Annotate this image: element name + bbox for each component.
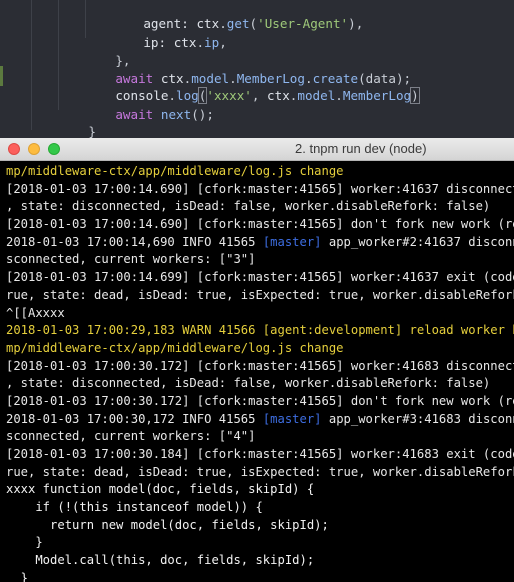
terminal-line: 2018-01-03 17:00:30,172 INFO 41565 [mast… <box>0 411 514 429</box>
terminal-text: [2018-01-03 17:00:14.690] [cfork:master:… <box>6 181 514 196</box>
terminal-line: [2018-01-03 17:00:30.172] [cfork:master:… <box>0 358 514 376</box>
code-line[interactable]: } <box>58 102 96 138</box>
terminal-text: Model.call(this, doc, fields, skipId); <box>6 553 315 568</box>
terminal-line: [2018-01-03 17:00:14.699] [cfork:master:… <box>0 269 514 287</box>
indent-guide <box>58 0 59 110</box>
code-token: ( <box>249 16 258 31</box>
code-token: next <box>160 107 192 122</box>
terminal-window[interactable]: 2. tnpm run dev (node) mp/middleware-ctx… <box>0 138 514 582</box>
terminal-line: Model.call(this, doc, fields, skipId); <box>0 552 514 570</box>
terminal-text: ^[[Axxxx <box>6 305 65 320</box>
terminal-line: mp/middleware-ctx/app/middleware/log.js … <box>0 340 514 358</box>
code-token: ip: <box>143 35 167 50</box>
terminal-line: } <box>0 570 514 582</box>
code-token: get <box>226 16 250 31</box>
close-window-button[interactable] <box>8 143 20 155</box>
indent-guide <box>31 0 32 130</box>
code-line[interactable]: await next(); <box>85 85 214 122</box>
terminal-text: 2018-01-03 17:00:14,690 INFO 41565 <box>6 234 263 249</box>
maximize-window-button[interactable] <box>48 143 60 155</box>
terminal-titlebar[interactable]: 2. tnpm run dev (node) <box>0 138 514 161</box>
terminal-title: 2. tnpm run dev (node) <box>295 141 427 156</box>
terminal-line: mp/middleware-ctx/app/middleware/log.js … <box>0 163 514 181</box>
terminal-text: mp/middleware-ctx/app/middleware/log.js … <box>6 340 344 355</box>
terminal-text: [2018-01-03 17:00:30.172] [cfork:master:… <box>6 358 514 373</box>
terminal-line: sconnected, current workers: ["3"] <box>0 251 514 269</box>
terminal-line: rue, state: dead, isDead: true, isExpect… <box>0 287 514 305</box>
terminal-line: rue, state: dead, isDead: true, isExpect… <box>0 464 514 482</box>
terminal-line: [2018-01-03 17:00:30.172] [cfork:master:… <box>0 393 514 411</box>
terminal-text: 2018-01-03 17:00:29,183 WARN 41566 [agen… <box>6 323 514 338</box>
code-token: await <box>115 107 154 122</box>
terminal-master-tag: [master] <box>262 411 322 426</box>
terminal-master-tag: [master] <box>262 234 322 249</box>
code-line[interactable]: agent: ctx.get('User-Agent'), <box>113 0 363 31</box>
terminal-text: xxxx function model(doc, fields, skipId)… <box>6 482 315 497</box>
terminal-line: return new model(doc, fields, skipId); <box>0 517 514 535</box>
terminal-line: [2018-01-03 17:00:30.184] [cfork:master:… <box>0 446 514 464</box>
code-token: ), <box>348 16 364 31</box>
terminal-text: return new model(doc, fields, skipId); <box>6 517 329 532</box>
terminal-line: , state: disconnected, isDead: false, wo… <box>0 375 514 393</box>
terminal-line: ^[[Axxxx <box>0 305 514 323</box>
terminal-line: [2018-01-03 17:00:14.690] [cfork:master:… <box>0 216 514 234</box>
terminal-text: app_worker#3:41683 disconnect <box>328 411 514 426</box>
terminal-text: [2018-01-03 17:00:30.184] [cfork:master:… <box>6 447 514 461</box>
code-token: . <box>196 35 205 50</box>
terminal-text: 2018-01-03 17:00:30,172 INFO 41565 <box>6 411 263 426</box>
code-line[interactable]: console.log('xxxx', ctx.model.MemberLog) <box>85 66 420 104</box>
terminal-text: mp/middleware-ctx/app/middleware/log.js … <box>6 164 344 178</box>
code-token: ip <box>204 35 220 50</box>
terminal-line: , state: disconnected, isDead: false, wo… <box>0 198 514 216</box>
terminal-text: } <box>6 570 29 582</box>
terminal-line: [2018-01-03 17:00:14.690] [cfork:master:… <box>0 181 514 199</box>
terminal-line: } <box>0 534 514 552</box>
code-token: MemberLog <box>342 88 412 103</box>
terminal-line: 2018-01-03 17:00:14,690 INFO 41565 [mast… <box>0 234 514 252</box>
terminal-text: } <box>6 535 43 550</box>
code-token: . <box>335 88 343 103</box>
code-token: , <box>251 88 268 103</box>
terminal-output[interactable]: mp/middleware-ctx/app/middleware/log.js … <box>0 163 514 582</box>
terminal-text: , state: disconnected, isDead: false, wo… <box>6 199 491 214</box>
terminal-text: [2018-01-03 17:00:14.699] [cfork:master:… <box>6 270 514 285</box>
code-line[interactable]: ip: ctx.ip, <box>113 13 226 50</box>
modified-line-marker <box>0 66 3 86</box>
code-token: (); <box>191 107 214 122</box>
terminal-text: rue, state: dead, isDead: true, isExpect… <box>6 287 514 302</box>
code-line[interactable]: } <box>28 120 66 138</box>
code-token: 'User-Agent' <box>257 16 349 31</box>
code-token: , <box>219 35 227 50</box>
terminal-text: , state: disconnected, isDead: false, wo… <box>6 376 491 391</box>
terminal-text: [2018-01-03 17:00:14.690] [cfork:master:… <box>6 217 514 232</box>
terminal-text: rue, state: dead, isDead: true, isExpect… <box>6 464 514 479</box>
terminal-line: xxxx function model(doc, fields, skipId)… <box>0 481 514 499</box>
code-token: } <box>88 124 96 138</box>
bracket-match-highlight: ) <box>410 87 420 104</box>
terminal-text: if (!(this instanceof model)) { <box>6 500 263 515</box>
terminal-line: 2018-01-03 17:00:29,183 WARN 41566 [agen… <box>0 322 514 340</box>
terminal-line: if (!(this instanceof model)) { <box>0 499 514 517</box>
code-token: ctx <box>267 88 290 103</box>
terminal-text: sconnected, current workers: ["3"] <box>6 252 256 267</box>
terminal-text: [2018-01-03 17:00:30.172] [cfork:master:… <box>6 393 514 408</box>
code-token: ctx <box>173 35 197 50</box>
code-line[interactable]: }, <box>85 31 130 68</box>
code-editor-pane[interactable]: agent: ctx.get('User-Agent'), ip: ctx.ip… <box>0 0 514 138</box>
minimize-window-button[interactable] <box>28 143 40 155</box>
terminal-line: sconnected, current workers: ["4"] <box>0 428 514 446</box>
code-token: model <box>297 88 336 103</box>
terminal-text: sconnected, current workers: ["4"] <box>6 429 256 444</box>
terminal-text: app_worker#2:41637 disconnect <box>328 234 514 249</box>
